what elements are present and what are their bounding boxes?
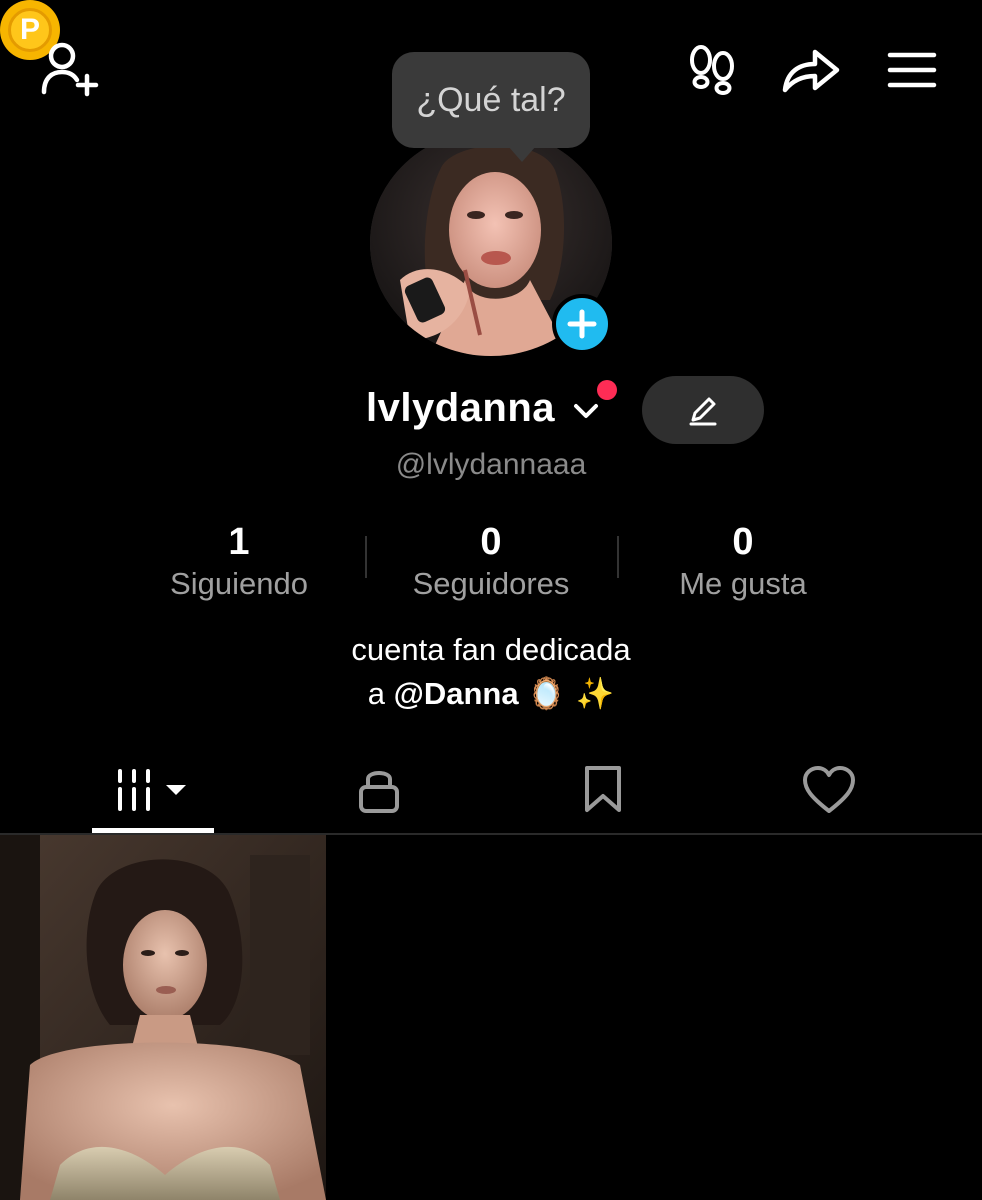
bio-mention-link[interactable]: @Danna — [394, 676, 519, 711]
username: @lvlydannaaa — [395, 448, 587, 481]
following-label: Siguiendo — [170, 566, 308, 601]
video-thumbnail[interactable] — [0, 835, 326, 1200]
stat-divider — [617, 536, 619, 578]
following-count: 1 — [228, 521, 250, 563]
heart-icon — [803, 766, 855, 813]
bookmark-icon — [585, 766, 621, 812]
status-bubble[interactable]: ¿Qué tal? — [392, 52, 590, 148]
tab-private[interactable] — [318, 750, 440, 830]
tab-saved[interactable] — [542, 750, 664, 830]
notification-dot — [597, 380, 617, 400]
tab-liked[interactable] — [768, 750, 890, 830]
stat-divider — [365, 536, 367, 578]
video-preview-image — [0, 835, 326, 1200]
lock-icon — [359, 771, 399, 813]
hamburger-menu-icon — [887, 52, 937, 88]
add-user-icon — [41, 42, 99, 97]
status-bubble-tail — [508, 146, 536, 162]
chevron-down-icon[interactable] — [568, 396, 604, 426]
bio-line-2: a @Danna 🪞 ✨ — [0, 672, 982, 716]
tab-videos[interactable] — [92, 750, 214, 830]
profile-views-button[interactable] — [684, 42, 740, 98]
add-story-button[interactable] — [552, 294, 612, 354]
likes-count: 0 — [732, 521, 754, 563]
followers-stat[interactable]: 0 Seguidores — [371, 520, 611, 604]
bio-prefix: a — [367, 676, 394, 711]
followers-label: Seguidores — [412, 566, 570, 601]
grid-bars-icon — [118, 769, 186, 811]
share-profile-button[interactable] — [780, 42, 842, 98]
add-friend-button[interactable] — [38, 38, 104, 100]
bio: cuenta fan dedicada a @Danna 🪞 ✨ — [0, 628, 982, 716]
bio-line-1: cuenta fan dedicada — [351, 632, 631, 667]
display-name[interactable]: lvlydanna — [366, 386, 555, 431]
followers-count: 0 — [480, 521, 502, 563]
bio-emojis: 🪞 ✨ — [527, 676, 615, 712]
pencil-icon — [689, 397, 717, 426]
edit-profile-button[interactable] — [642, 376, 764, 444]
following-stat[interactable]: 1 Siguiendo — [119, 520, 359, 604]
footprints-icon — [690, 45, 734, 95]
status-bubble-text: ¿Qué tal? — [416, 80, 566, 119]
menu-button[interactable] — [884, 42, 940, 98]
share-arrow-icon — [782, 49, 840, 93]
likes-stat[interactable]: 0 Me gusta — [623, 520, 863, 604]
caret-down-icon — [166, 785, 186, 795]
plus-icon — [567, 309, 597, 339]
likes-label: Me gusta — [679, 566, 807, 601]
